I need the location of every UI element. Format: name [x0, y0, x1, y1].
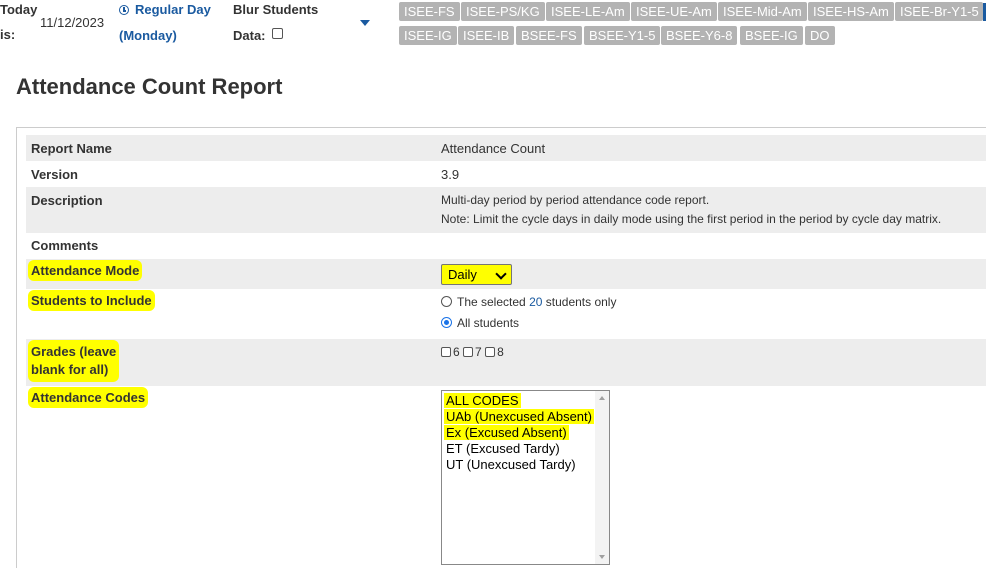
grade-6-checkbox[interactable] [441, 347, 451, 357]
chip-bsee-y6-8[interactable]: BSEE-Y6-8 [661, 26, 738, 45]
code-option-et[interactable]: ET (Excused Tardy) [446, 441, 560, 456]
code-option-all[interactable]: ALL CODES [444, 393, 521, 408]
chip-bsee-fs[interactable]: BSEE-FS [516, 26, 582, 45]
students-opt2-label: All students [457, 316, 520, 330]
data-label: Data: [233, 28, 266, 43]
scroll-up-icon[interactable] [599, 396, 605, 400]
chip-isee-le-am[interactable]: ISEE-LE-Am [546, 2, 630, 21]
radio-selected-students[interactable] [441, 296, 452, 307]
grades-label-line1: Grades (leave [31, 344, 117, 359]
page-title: Attendance Count Report [16, 74, 283, 99]
row-grades: Grades (leave blank for all) [26, 339, 986, 386]
today-label: Today [0, 2, 38, 17]
description-label: Description [31, 193, 103, 208]
description-line2: Note: Limit the cycle days in daily mode… [441, 212, 942, 226]
chevron-down-icon [495, 268, 507, 280]
grades-label-line2: blank for all) [31, 362, 109, 377]
chip-isee-br-y1-5[interactable]: ISEE-Br-Y1-5 [895, 2, 983, 21]
attendance-mode-label: Attendance Mode [31, 263, 140, 278]
blur-students-label: Blur Students [233, 2, 319, 17]
chip-isee-hs-am[interactable]: ISEE-HS-Am [808, 2, 894, 21]
grades-checkboxes: 6 7 8 [441, 345, 504, 359]
clock-icon [119, 5, 129, 15]
students-opt1-pre: The selected [457, 295, 526, 309]
students-count-link[interactable]: 20 [529, 295, 542, 309]
chip-isee-ue-am[interactable]: ISEE-UE-Am [631, 2, 717, 21]
chip-isee-mid-am[interactable]: ISEE-Mid-Am [718, 2, 807, 21]
students-option-selected[interactable]: The selected 20 students only [441, 295, 616, 309]
day-type-label: Regular Day [135, 2, 211, 17]
code-option-uab[interactable]: UAb (Unexcused Absent) [444, 409, 594, 424]
row-description: Description Multi-day period by period a… [26, 187, 986, 233]
scroll-down-icon[interactable] [599, 555, 605, 559]
top-bar: Today is: 11/12/2023 Regular Day (Monday… [0, 0, 986, 48]
attendance-mode-select[interactable]: Daily [441, 264, 512, 285]
version-value: 3.9 [441, 167, 460, 182]
comments-label: Comments [31, 238, 99, 253]
version-label: Version [31, 167, 78, 182]
students-option-all[interactable]: All students [441, 316, 519, 330]
report-name-label: Report Name [31, 141, 112, 156]
chip-do[interactable]: DO [805, 26, 835, 45]
attendance-mode-value: Daily [448, 267, 477, 282]
chip-bsee-y1-5[interactable]: BSEE-Y1-5 [584, 26, 661, 45]
radio-all-students[interactable] [441, 317, 452, 328]
students-include-label: Students to Include [31, 293, 152, 308]
grade-8-label: 8 [497, 345, 504, 359]
chip-isee-ig[interactable]: ISEE-IG [399, 26, 457, 45]
blur-data-checkbox[interactable] [272, 28, 283, 39]
grades-label: Grades (leave blank for all) [31, 343, 117, 379]
chip-isee-ib[interactable]: ISEE-IB [458, 26, 515, 45]
today-date: 11/12/2023 [40, 15, 105, 30]
grade-7-checkbox[interactable] [463, 347, 474, 357]
grade-7-label: 7 [475, 345, 482, 359]
is-label: is: [0, 27, 16, 42]
attendance-codes-listbox[interactable]: ALL CODES UAb (Unexcused Absent) Ex (Exc… [441, 390, 610, 565]
students-opt1-post: students only [545, 295, 617, 309]
chip-isee-fs[interactable]: ISEE-FS [399, 2, 460, 21]
row-version: Version 3.9 [26, 161, 986, 187]
row-report-name: Report Name Attendance Count [26, 135, 986, 161]
code-option-ex[interactable]: Ex (Excused Absent) [444, 425, 569, 440]
report-name-value: Attendance Count [441, 141, 546, 156]
grade-8-checkbox[interactable] [485, 347, 496, 357]
caret-down-icon[interactable] [360, 20, 370, 26]
grade-6-label: 6 [453, 345, 460, 359]
code-option-ut[interactable]: UT (Unexcused Tardy) [446, 457, 576, 472]
chip-isee-pskg[interactable]: ISEE-PS/KG [461, 2, 545, 21]
day-type-link[interactable]: Regular Day [119, 2, 211, 17]
row-comments: Comments [26, 233, 986, 259]
weekday-label[interactable]: (Monday) [119, 28, 177, 43]
listbox-scrollbar[interactable] [595, 391, 609, 564]
attendance-codes-label: Attendance Codes [31, 390, 146, 405]
chip-bsee-ig[interactable]: BSEE-IG [740, 26, 803, 45]
description-line1: Multi-day period by period attendance co… [441, 193, 710, 207]
